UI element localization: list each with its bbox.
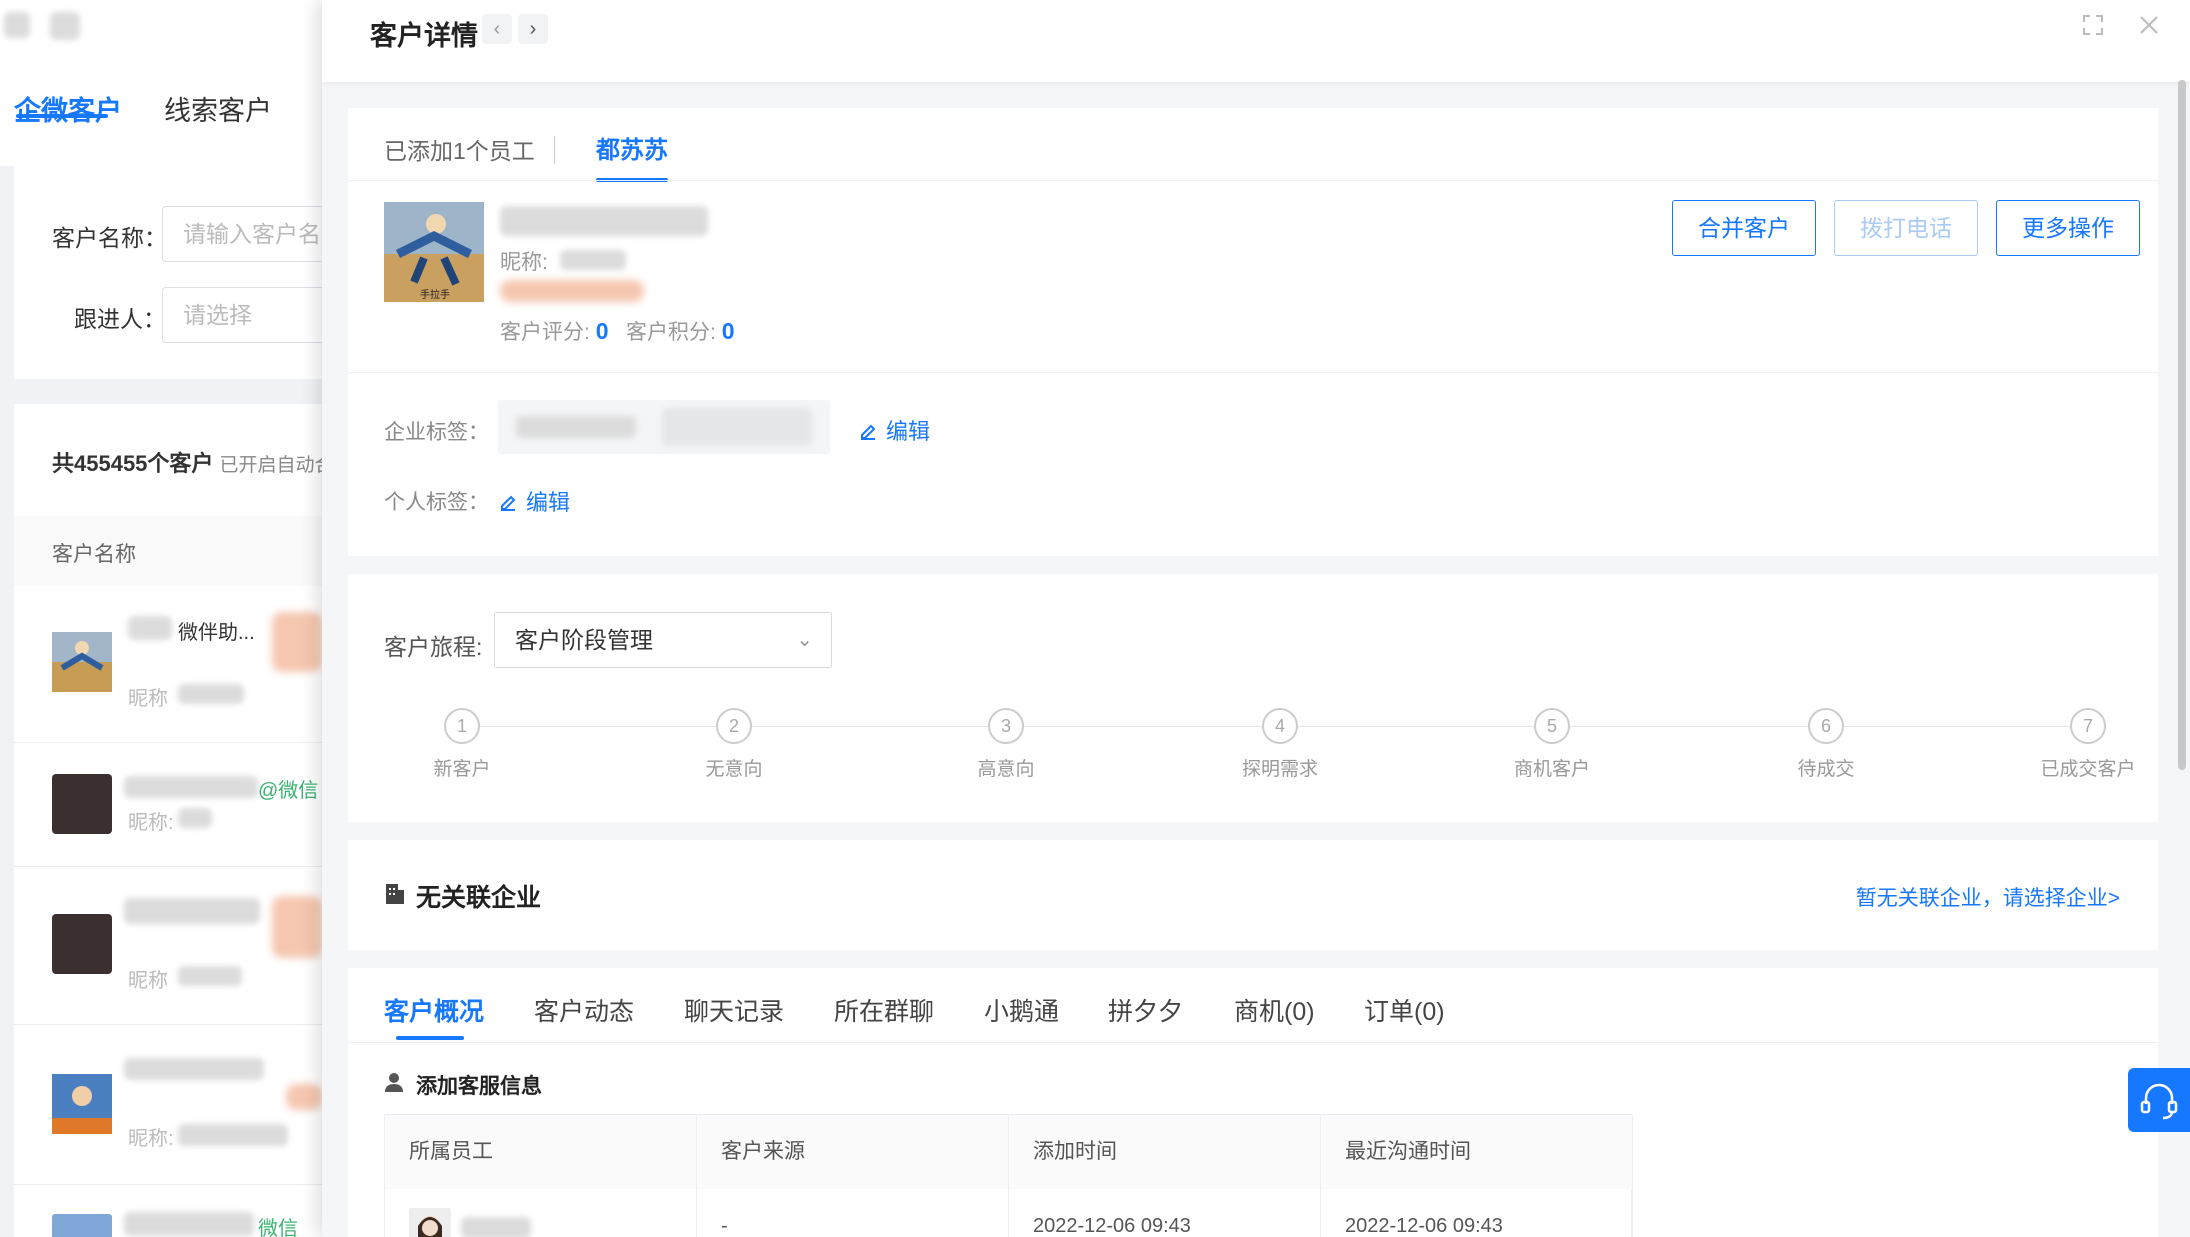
employee-avatar bbox=[409, 1207, 451, 1237]
edit-icon bbox=[861, 424, 876, 440]
wechat-badge: 微信 bbox=[258, 1218, 298, 1237]
journey-step-7[interactable]: 7 已成交客户 bbox=[2008, 708, 2168, 781]
personal-tags-label: 个人标签： bbox=[384, 491, 489, 514]
wechat-badge: @微信 bbox=[258, 780, 319, 802]
score-line: 客户评分: 0 客户积分: 0 bbox=[500, 318, 735, 344]
cell-employee bbox=[385, 1189, 697, 1237]
customer-name-label: 客户名称： bbox=[52, 225, 167, 251]
tab-lead-customers[interactable]: 线索客户 bbox=[164, 89, 272, 128]
customer-count: 共455455个客户 已开启自动合 bbox=[52, 451, 330, 476]
customer-list-page: 企微客户 线索客户 客户名称： 请输入客户名称 跟进人： 请选择 共455455… bbox=[0, 0, 330, 1237]
journey-card: 客户旅程: 客户阶段管理 ⌄ 1 新客户 2 无意向 3 高意向 4 探明需求 5 商机客户… bbox=[348, 574, 2158, 822]
edit-icon bbox=[501, 495, 516, 511]
journey-step-5[interactable]: 5 商机客户 bbox=[1472, 708, 1632, 781]
enterprise-tags-label: 企业标签： bbox=[384, 421, 489, 444]
top-bar bbox=[0, 0, 330, 66]
journey-label: 客户旅程: bbox=[384, 634, 483, 660]
tab-pinxixi[interactable]: 拼夕夕 bbox=[1108, 992, 1183, 1028]
active-tab-underline bbox=[16, 114, 108, 118]
customer-service-button[interactable] bbox=[2128, 1068, 2190, 1132]
col-last-contact: 最近沟通时间 bbox=[1321, 1115, 1633, 1189]
tab-customer-overview[interactable]: 客户概况 bbox=[384, 992, 484, 1028]
edit-personal-tags[interactable]: 编辑 bbox=[498, 485, 570, 517]
select-company-link[interactable]: 暂无关联企业，请选择企业> bbox=[1856, 882, 2120, 912]
tab-added-employees[interactable]: 已添加1个员工 bbox=[384, 132, 535, 166]
col-employee: 所属员工 bbox=[385, 1115, 697, 1189]
chevron-down-icon: ⌄ bbox=[796, 629, 813, 651]
prev-customer-button[interactable]: ‹ bbox=[482, 14, 512, 44]
journey-step-6[interactable]: 6 待成交 bbox=[1746, 708, 1906, 781]
close-icon[interactable] bbox=[2134, 14, 2164, 44]
tab-orders[interactable]: 订单(0) bbox=[1364, 992, 1445, 1028]
fullscreen-icon[interactable] bbox=[2078, 14, 2108, 44]
list-item-nickname: 昵称 bbox=[128, 688, 168, 710]
next-customer-button[interactable]: › bbox=[518, 14, 548, 44]
list-item-nickname: 昵称 bbox=[128, 970, 168, 992]
cell-last-contact: 2022-12-06 09:43 bbox=[1321, 1189, 1633, 1237]
list-item-name[interactable]: 微伴助... bbox=[178, 616, 255, 645]
tab-xiaoetong[interactable]: 小鹅通 bbox=[984, 992, 1059, 1028]
journey-select[interactable]: 客户阶段管理 ⌄ bbox=[494, 612, 832, 668]
tab-employee-dusu[interactable]: 都苏苏 bbox=[596, 130, 668, 165]
enterprise-tags-box bbox=[498, 400, 830, 454]
follower-label: 跟进人： bbox=[74, 306, 166, 332]
journey-step-2[interactable]: 2 无意向 bbox=[654, 708, 814, 781]
tab-wecom-customers[interactable]: 企微客户 bbox=[14, 89, 122, 128]
tab-opportunities[interactable]: 商机(0) bbox=[1234, 992, 1315, 1028]
avatar bbox=[52, 1214, 112, 1237]
tab-chat-history[interactable]: 聊天记录 bbox=[684, 992, 784, 1028]
user-icon bbox=[384, 1072, 404, 1097]
cell-source: - bbox=[697, 1189, 1009, 1237]
headset-icon bbox=[2140, 1083, 2178, 1120]
list-item-nickname: 昵称: bbox=[128, 812, 174, 834]
journey-step-1[interactable]: 1 新客户 bbox=[382, 708, 542, 781]
tab-group-chats[interactable]: 所在群聊 bbox=[834, 992, 934, 1028]
list-item-nickname: 昵称: bbox=[128, 1128, 174, 1150]
tab-customer-activity[interactable]: 客户动态 bbox=[534, 992, 634, 1028]
score-value: 0 bbox=[595, 318, 609, 344]
journey-step-4[interactable]: 4 探明需求 bbox=[1200, 708, 1360, 781]
follower-select[interactable]: 请选择 bbox=[162, 287, 330, 343]
avatar bbox=[52, 1074, 112, 1134]
journey-step-3[interactable]: 3 高意向 bbox=[926, 708, 1086, 781]
col-added-time: 添加时间 bbox=[1009, 1115, 1321, 1189]
edit-enterprise-tags[interactable]: 编辑 bbox=[858, 414, 930, 446]
column-customer-name: 客户名称 bbox=[52, 543, 136, 566]
company-card: 无关联企业 暂无关联企业，请选择企业> bbox=[348, 840, 2158, 950]
merge-customer-button[interactable]: 合并客户 bbox=[1672, 200, 1816, 256]
overview-card: 客户概况 客户动态 聊天记录 所在群聊 小鹅通 拼夕夕 商机(0) 订单(0) … bbox=[348, 968, 2158, 1237]
profile-card: 已添加1个员工 都苏苏 手拉手 昵称: 客户评分: 0 客户积分: 0 合并客户… bbox=[348, 108, 2158, 556]
avatar bbox=[52, 774, 112, 834]
svg-text:手拉手: 手拉手 bbox=[420, 288, 450, 301]
more-actions-button[interactable]: 更多操作 bbox=[1996, 200, 2140, 256]
call-phone-button[interactable]: 拨打电话 bbox=[1834, 200, 1978, 256]
active-tab-underline bbox=[396, 1036, 464, 1040]
customer-name-input[interactable]: 请输入客户名称 bbox=[162, 206, 330, 262]
scrollbar[interactable] bbox=[2178, 80, 2186, 770]
points-value: 0 bbox=[721, 318, 735, 344]
avatar bbox=[52, 632, 112, 692]
drawer-title: 客户详情 bbox=[370, 21, 478, 51]
customer-avatar: 手拉手 bbox=[384, 202, 484, 302]
avatar bbox=[52, 914, 112, 974]
cell-added-time: 2022-12-06 09:43 bbox=[1009, 1189, 1321, 1237]
col-source: 客户来源 bbox=[697, 1115, 1009, 1189]
customer-detail-drawer: 客户详情 ‹ › 已添加1个员工 都苏苏 手拉手 昵称: 客户评分: 0 客户积… bbox=[322, 0, 2190, 1237]
nickname-label: 昵称: bbox=[500, 251, 548, 274]
drawer-header: 客户详情 ‹ › bbox=[322, 0, 2190, 82]
building-icon bbox=[384, 882, 406, 911]
company-title: 无关联企业 bbox=[416, 884, 542, 912]
service-info-title: 添加客服信息 bbox=[416, 1075, 542, 1098]
filter-panel bbox=[14, 166, 330, 379]
service-info-table: 所属员工 客户来源 添加时间 最近沟通时间 - 2022-12-06 09:43… bbox=[384, 1114, 1633, 1237]
